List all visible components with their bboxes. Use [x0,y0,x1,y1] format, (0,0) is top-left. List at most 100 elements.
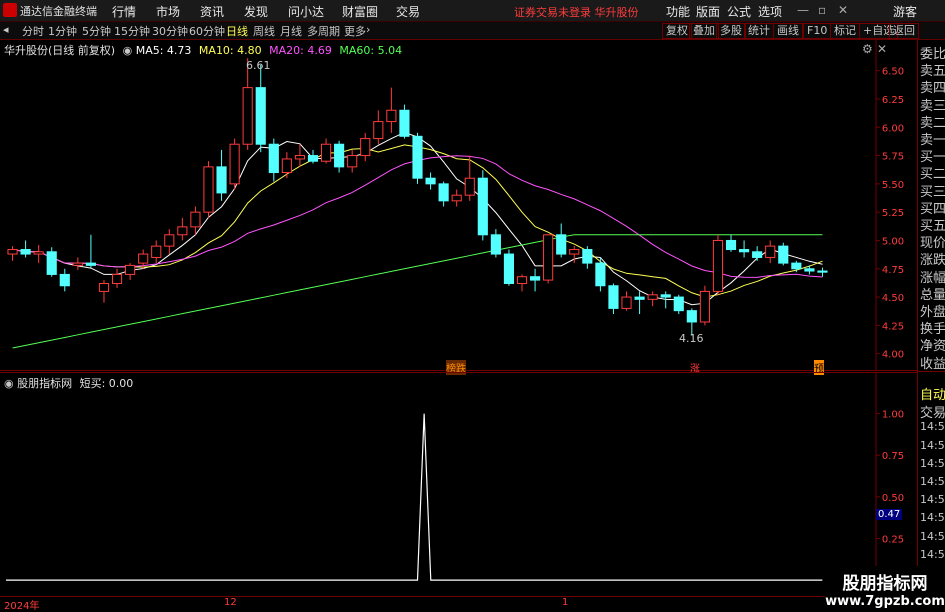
candle[interactable] [386,87,397,133]
candle[interactable] [229,138,240,190]
candle[interactable] [360,132,371,162]
candle[interactable] [33,244,44,264]
menu-trade[interactable]: 交易 [396,3,420,20]
candle[interactable] [425,172,436,190]
chevron-right-icon[interactable]: › [366,23,370,36]
candle[interactable] [647,291,658,307]
candle[interactable] [608,283,619,315]
overlay-button[interactable]: 叠加 [689,23,719,39]
candle[interactable] [673,294,684,315]
candle[interactable] [477,170,488,241]
candle[interactable] [216,149,227,201]
candle[interactable] [72,257,83,270]
candle[interactable] [347,149,358,173]
settings-icon[interactable]: ⚙ [862,42,873,56]
adjust-button[interactable]: 复权 [662,23,692,39]
menu-discover[interactable]: 发现 [244,3,268,20]
candle[interactable] [320,138,332,164]
candle[interactable] [177,217,188,241]
candle[interactable] [85,234,96,268]
period-intraday[interactable]: 分时 [22,23,44,39]
candle[interactable] [595,257,606,292]
back-button[interactable]: 返回 [889,23,919,39]
candle[interactable] [582,246,593,269]
restore-icon[interactable]: ▫ [818,3,826,17]
candle[interactable] [490,229,501,258]
candle[interactable] [451,189,462,207]
user-guest[interactable]: 游客 [893,3,917,20]
mark-button[interactable]: 标记 [830,23,860,39]
candle[interactable] [503,249,515,286]
menu-market[interactable]: 市场 [156,3,180,20]
quote-panel: 委比 卖五 卖四 卖三 卖二 卖一 买一 买二 买三 买四 买五 现价 涨跌 涨幅 总量 外盘 换手 净资 收益 自动… [917,40,945,596]
indicator-toggle-icon[interactable]: ◉ [4,377,14,390]
quote-label: 现价 [920,236,945,252]
kline-chart[interactable]: 6.50 6.25 6.00 5.75 5.50 5.25 5.00 4.75 4.50 4.25… [0,40,917,371]
candle[interactable] [334,140,345,173]
candle[interactable] [529,268,541,292]
menu-news[interactable]: 资讯 [200,3,224,20]
period-5min[interactable]: 5分钟 [82,23,111,39]
candle[interactable] [307,149,319,164]
candle[interactable] [516,274,528,292]
close-icon[interactable]: ✕ [838,3,848,17]
candle[interactable] [712,234,724,295]
candle[interactable] [556,223,567,258]
draw-line-button[interactable]: 画线 [773,23,803,39]
candle[interactable] [281,152,292,179]
ma-toggle-icon[interactable]: ◉ [123,44,133,57]
menu-assistant[interactable]: 问小达 [288,3,324,20]
candle[interactable] [203,161,214,218]
close-chart-icon[interactable]: ✕ [877,42,887,56]
candle[interactable] [699,285,710,326]
collapse-icon[interactable]: ◂ [3,23,9,36]
candle[interactable] [111,268,123,289]
menu-wealth[interactable]: 财富圈 [342,3,378,20]
period-30min[interactable]: 30分钟 [152,23,188,39]
candle[interactable] [725,234,737,252]
menu-formula[interactable]: 公式 [727,3,751,20]
candle[interactable] [621,291,632,311]
menu-quotes[interactable]: 行情 [112,3,136,20]
minimize-icon[interactable]: — [797,3,809,17]
candle[interactable] [765,240,776,264]
candle[interactable] [752,246,763,261]
candle[interactable] [817,267,828,277]
candle[interactable] [268,138,279,182]
candle[interactable] [399,104,410,139]
indicator-chart[interactable]: 1.00 0.75 0.50 0.25 [0,372,917,596]
menu-options[interactable]: 选项 [758,3,782,20]
candle[interactable] [98,280,110,303]
candle[interactable] [59,268,70,292]
period-multi[interactable]: 多周期 [307,23,340,39]
price-tick-label: 5.75 [882,152,904,163]
candle[interactable] [125,263,136,281]
period-1min[interactable]: 1分钟 [48,23,77,39]
candle[interactable] [46,247,57,277]
candle[interactable] [543,234,554,284]
period-more[interactable]: 更多 [344,23,366,39]
f10-button[interactable]: F10 [803,23,832,39]
multi-stock-button[interactable]: 多股 [716,23,746,39]
candle[interactable] [438,181,449,207]
candle[interactable] [778,242,789,266]
period-daily[interactable]: 日线 [226,23,248,39]
statistics-button[interactable]: 统计 [744,23,774,39]
period-60min[interactable]: 60分钟 [189,23,225,39]
candle[interactable] [739,240,750,258]
period-monthly[interactable]: 月线 [280,23,302,39]
candle[interactable] [20,240,31,258]
candle[interactable] [634,291,645,315]
candle[interactable] [7,246,18,261]
indicator-tick-label: 0.50 [882,493,904,504]
candle[interactable] [164,229,175,255]
candle[interactable] [255,64,266,153]
period-weekly[interactable]: 周线 [253,23,275,39]
candle[interactable] [412,132,423,184]
quote-label: 净资 [920,339,945,355]
candle[interactable] [373,110,384,145]
menu-layout[interactable]: 版面 [696,3,720,20]
period-15min[interactable]: 15分钟 [114,23,150,39]
candle[interactable] [151,240,162,264]
menu-function[interactable]: 功能 [666,3,690,20]
